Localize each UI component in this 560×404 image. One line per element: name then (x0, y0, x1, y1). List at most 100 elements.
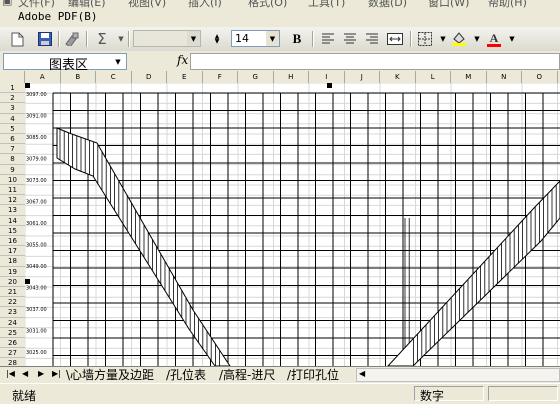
column-header-k[interactable]: K (380, 71, 416, 83)
y-axis-label: 3091.00 (26, 114, 47, 120)
format-painter-icon[interactable] (63, 30, 81, 48)
sheet-tab-elevation[interactable]: /高程-进尺 (219, 367, 275, 383)
last-sheet-icon[interactable]: ▶| (52, 369, 61, 378)
column-header-o[interactable]: O (522, 71, 558, 83)
column-header-e[interactable]: E (167, 71, 203, 83)
menu-help[interactable]: 帮助(H) (488, 0, 527, 9)
align-left-icon[interactable] (319, 30, 337, 48)
prev-sheet-icon[interactable]: ◀ (22, 369, 28, 378)
chart-area[interactable]: 3097.00 3091.00 3085.00 3079.00 3073.00 3067.… (25, 83, 560, 366)
autosum-button[interactable]: Σ (93, 30, 111, 48)
row-header-2[interactable]: 2 (0, 93, 25, 104)
row-header-23[interactable]: 23 (0, 307, 25, 318)
align-center-icon[interactable] (341, 30, 359, 48)
column-header-j[interactable]: J (345, 71, 380, 83)
row-header-7[interactable]: 7 (0, 144, 25, 155)
row-header-4[interactable]: 4 (0, 114, 25, 124)
row-header-20[interactable]: 20 (0, 277, 25, 287)
status-mode-box: 数字 (414, 386, 484, 403)
align-right-icon[interactable] (363, 30, 381, 48)
column-header-i[interactable]: I (309, 71, 345, 83)
row-header-10[interactable]: 10 (0, 175, 25, 185)
y-axis-label: 3043.00 (26, 286, 47, 292)
status-ready: 就绪 (12, 389, 37, 403)
first-sheet-icon[interactable]: |◀ (6, 369, 15, 378)
row-header-24[interactable]: 24 (0, 318, 25, 328)
menu-insert[interactable]: 插入(I) (188, 0, 222, 9)
row-header-16[interactable]: 16 (0, 236, 25, 247)
chevron-down-icon[interactable]: ▼ (111, 54, 125, 69)
status-empty-box (488, 386, 558, 401)
sheet-tab-print-holes[interactable]: /打印孔位 (287, 367, 339, 383)
next-sheet-icon[interactable]: ▶ (38, 369, 44, 378)
row-header-21[interactable]: 21 (0, 287, 25, 298)
row-header-28[interactable]: 28 (0, 358, 25, 366)
menu-window[interactable]: 窗口(W) (428, 0, 469, 9)
row-header-22[interactable]: 22 (0, 297, 25, 308)
save-icon[interactable] (36, 30, 54, 48)
chevron-down-icon[interactable]: ▼ (266, 31, 279, 46)
bold-button[interactable]: B (288, 30, 306, 48)
scroll-left-icon[interactable]: ◀ (359, 369, 365, 378)
toolbar-scroll-icon[interactable]: ▲ ▼ (211, 30, 223, 48)
font-name-combo[interactable]: ▼ (133, 30, 201, 47)
y-axis-label: 3073.00 (26, 178, 47, 184)
column-header-l[interactable]: L (416, 71, 451, 83)
column-header-h[interactable]: H (274, 71, 309, 83)
column-header-d[interactable]: D (132, 71, 167, 83)
font-color-button[interactable]: A (485, 30, 503, 48)
horizontal-scrollbar[interactable]: ◀ (356, 368, 560, 382)
menu-tools[interactable]: 工具(T) (308, 0, 345, 9)
row-header-1[interactable]: 1 (0, 83, 25, 94)
row-header-12[interactable]: 12 (0, 195, 25, 206)
column-header-b[interactable]: B (61, 71, 96, 83)
row-header-6[interactable]: 6 (0, 134, 25, 145)
row-header-18[interactable]: 18 (0, 256, 25, 267)
column-header-n[interactable]: N (487, 71, 522, 83)
menu-format[interactable]: 格式(O) (248, 0, 287, 9)
function-icon[interactable]: fx (177, 53, 188, 67)
font-color-dropdown-icon[interactable]: ▼ (503, 30, 521, 48)
menu-bar: ▣ 文件(F) 编辑(E) 视图(V) 插入(I) 格式(O) 工具(T) 数据… (0, 0, 560, 9)
formula-input[interactable] (190, 53, 560, 70)
chevron-down-icon[interactable]: ▼ (187, 31, 200, 46)
row-header-8[interactable]: 8 (0, 154, 25, 165)
column-header-g[interactable]: G (238, 71, 274, 83)
sheet-tab-core-wall[interactable]: \心墙方量及边距 (66, 367, 154, 383)
merge-center-icon[interactable] (386, 30, 404, 48)
row-header-14[interactable]: 14 (0, 216, 25, 226)
menu-file[interactable]: 文件(F) (18, 0, 55, 9)
column-header-a[interactable]: A (25, 71, 61, 83)
new-document-icon[interactable] (8, 30, 26, 48)
column-header-c[interactable]: C (96, 71, 132, 83)
select-all-corner[interactable] (0, 71, 25, 83)
y-axis-label: 3037.00 (26, 307, 47, 313)
sheet-tab-hole-positions[interactable]: /孔位表 (166, 367, 206, 383)
column-header-f[interactable]: F (203, 71, 238, 83)
menu-data[interactable]: 数据(D) (368, 0, 407, 9)
font-color-letter: A (489, 30, 499, 45)
menu-view[interactable]: 视图(V) (128, 0, 166, 9)
name-box[interactable]: 图表区 ▼ (3, 53, 127, 73)
worksheet-grid[interactable]: 3097.00 3091.00 3085.00 3079.00 3073.00 3067.… (25, 83, 560, 366)
fill-color-dropdown-icon[interactable]: ▼ (468, 30, 486, 48)
row-header-15[interactable]: 15 (0, 226, 25, 236)
row-header-19[interactable]: 19 (0, 267, 25, 277)
row-header-13[interactable]: 13 (0, 205, 25, 216)
borders-icon[interactable] (416, 30, 434, 48)
row-header-26[interactable]: 26 (0, 338, 25, 349)
sheet-tab-bar: |◀ ◀ ▶ ▶| \心墙方量及边距 /孔位表 /高程-进尺 /打印孔位 ◀ (0, 366, 560, 384)
font-size-combo[interactable]: 14 ▼ (231, 30, 280, 47)
column-header-m[interactable]: M (451, 71, 487, 83)
row-header-5[interactable]: 5 (0, 124, 25, 134)
row-header-11[interactable]: 11 (0, 185, 25, 196)
y-axis-label: 3025.00 (26, 350, 47, 356)
fill-color-icon[interactable] (450, 30, 468, 48)
menu-adobe-pdf[interactable]: Adobe PDF(B) (18, 10, 97, 23)
row-header-9[interactable]: 9 (0, 165, 25, 175)
row-header-17[interactable]: 17 (0, 246, 25, 257)
row-header-3[interactable]: 3 (0, 103, 25, 114)
row-header-27[interactable]: 27 (0, 348, 25, 359)
row-header-25[interactable]: 25 (0, 328, 25, 338)
menu-edit[interactable]: 编辑(E) (68, 0, 106, 9)
